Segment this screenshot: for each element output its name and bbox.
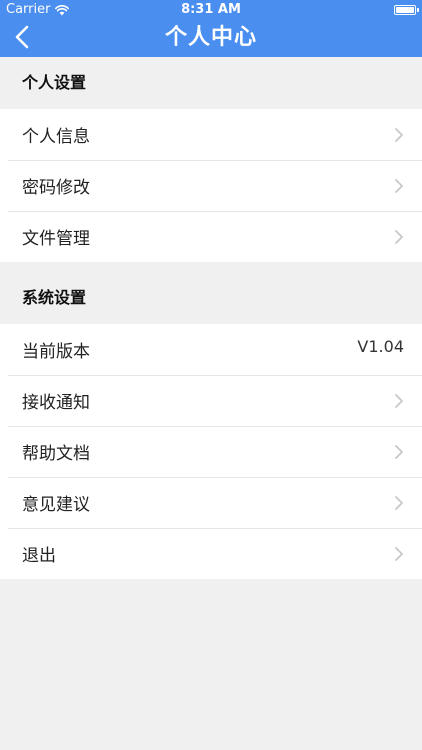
- row-current-version: 当前版本 V1.04: [0, 324, 422, 375]
- chevron-right-icon: [395, 229, 403, 244]
- chevron-right-icon: [395, 127, 403, 142]
- row-label: 退出: [22, 546, 56, 566]
- row-label: 当前版本: [22, 342, 90, 362]
- row-label: 意见建议: [22, 495, 90, 515]
- row-logout[interactable]: 退出: [0, 528, 422, 579]
- row-label: 文件管理: [22, 229, 90, 249]
- chevron-right-icon: [395, 495, 403, 510]
- status-time: 8:31 AM: [181, 2, 241, 17]
- page-title: 个人中心: [164, 25, 257, 50]
- row-help-docs[interactable]: 帮助文档: [0, 426, 422, 477]
- row-label: 帮助文档: [22, 444, 90, 464]
- row-file-management[interactable]: 文件管理: [0, 211, 422, 262]
- row-label: 密码修改: [22, 178, 90, 198]
- chevron-right-icon: [395, 444, 403, 459]
- group-personal-settings: 个人信息 密码修改 文件管理: [0, 109, 422, 262]
- chevron-right-icon: [395, 393, 403, 408]
- battery-icon: [394, 5, 419, 15]
- top-bar: Carrier 8:31 AM 个人中心: [0, 0, 422, 57]
- chevron-right-icon: [395, 178, 403, 193]
- row-personal-info[interactable]: 个人信息: [0, 109, 422, 160]
- section-header-personal: 个人设置: [0, 57, 422, 109]
- row-receive-notifications[interactable]: 接收通知: [0, 375, 422, 426]
- section-header-system: 系统设置: [0, 272, 422, 324]
- row-password-change[interactable]: 密码修改: [0, 160, 422, 211]
- chevron-right-icon: [395, 546, 403, 561]
- row-label: 个人信息: [22, 127, 90, 147]
- battery-level: [396, 7, 414, 13]
- group-system-settings: 当前版本 V1.04 接收通知 帮助文档 意见建议 退出: [0, 324, 422, 579]
- section-gap: [0, 262, 422, 272]
- row-label: 接收通知: [22, 393, 90, 413]
- nav-bar: 个人中心: [0, 20, 422, 57]
- version-value: V1.04: [357, 337, 404, 356]
- row-feedback[interactable]: 意见建议: [0, 477, 422, 528]
- status-bar: Carrier 8:31 AM: [0, 0, 422, 20]
